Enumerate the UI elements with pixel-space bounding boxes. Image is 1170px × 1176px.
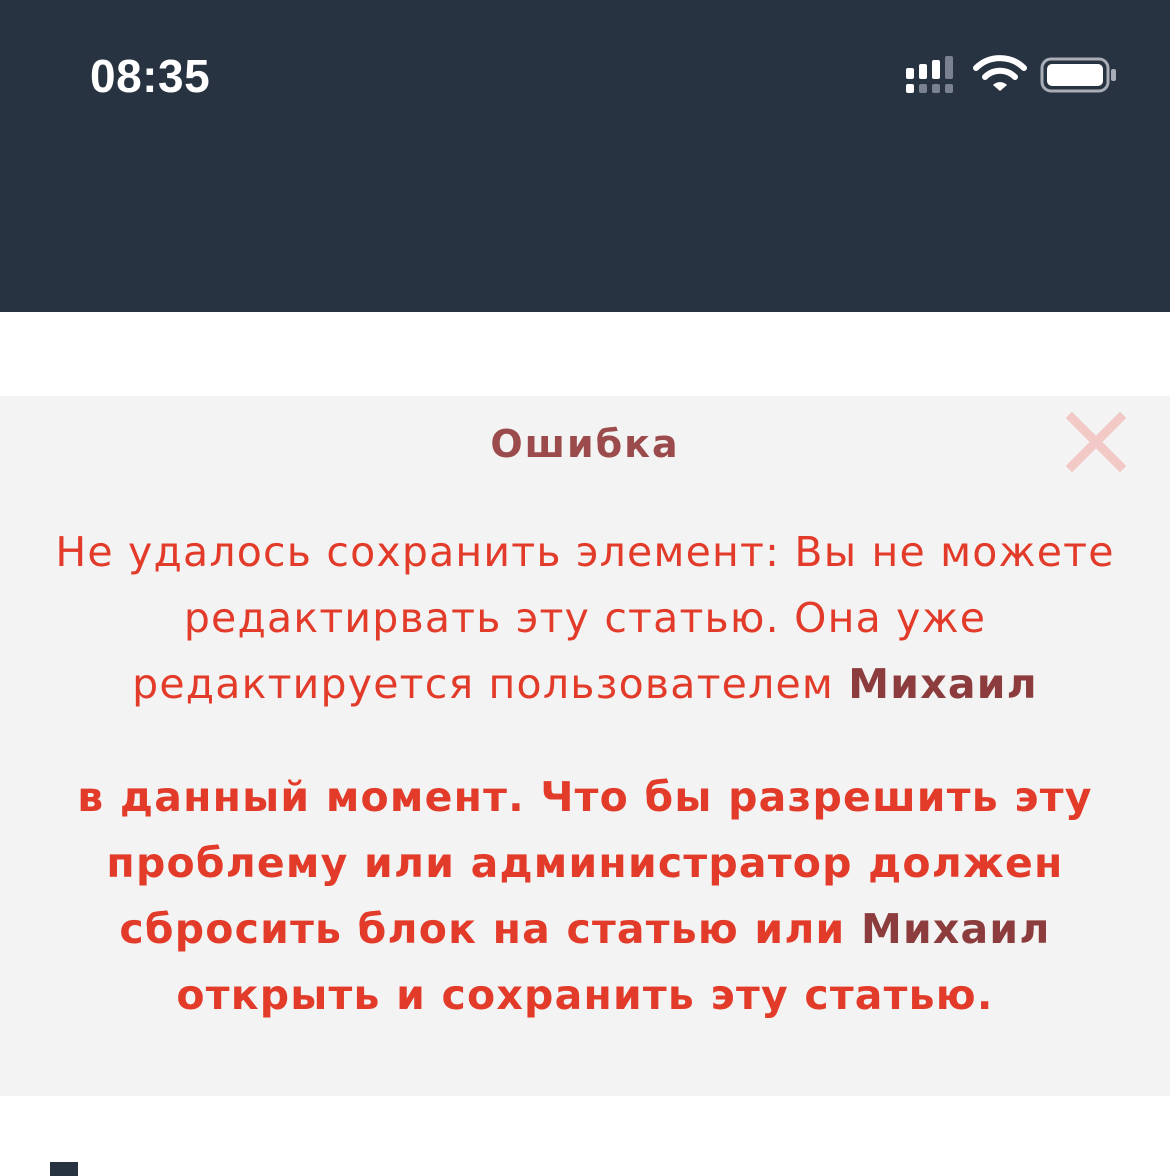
alert-message-secondary: в данный момент. Что бы разрешить эту пр… bbox=[20, 764, 1150, 1028]
alert-user-name: Михаил bbox=[848, 660, 1038, 708]
alert-user-name: Михаил bbox=[860, 905, 1051, 953]
alert-title: Ошибка bbox=[490, 422, 680, 466]
signal-icon bbox=[906, 56, 953, 93]
status-time: 08:35 bbox=[90, 50, 211, 102]
wifi-icon bbox=[973, 55, 1027, 91]
battery-icon bbox=[1040, 57, 1116, 93]
alert-message-text: открыть и сохранить эту статью. bbox=[176, 971, 994, 1019]
alert-message-primary: Не удалось сохранить элемент: Вы не може… bbox=[20, 519, 1150, 717]
status-bar: 08:35 bbox=[0, 0, 1170, 312]
content-fragment bbox=[50, 1162, 78, 1176]
close-icon[interactable] bbox=[1066, 412, 1126, 472]
